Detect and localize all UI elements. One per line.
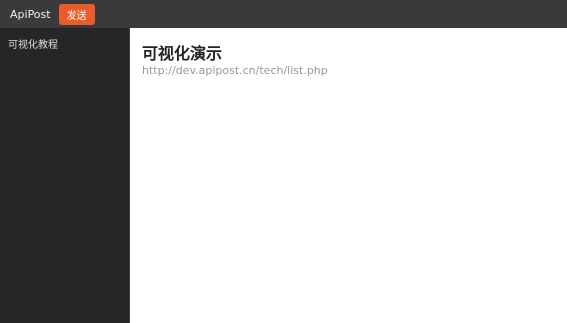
page-title: 可视化演示 (142, 44, 223, 63)
main: 可视化教程 可视化演示 http://dev.apipost.cn/tech/l… (0, 28, 567, 323)
app-title: ApiPost (10, 7, 51, 21)
sidebar: 可视化教程 (0, 28, 130, 323)
content: 可视化演示 http://dev.apipost.cn/tech/list.ph… (130, 28, 567, 323)
request-url: http://dev.apipost.cn/tech/list.php (142, 64, 328, 77)
top-bar: ApiPost 发送 (0, 0, 567, 28)
send-button[interactable]: 发送 (58, 3, 95, 25)
sidebar-item[interactable]: 可视化教程 (8, 36, 121, 51)
